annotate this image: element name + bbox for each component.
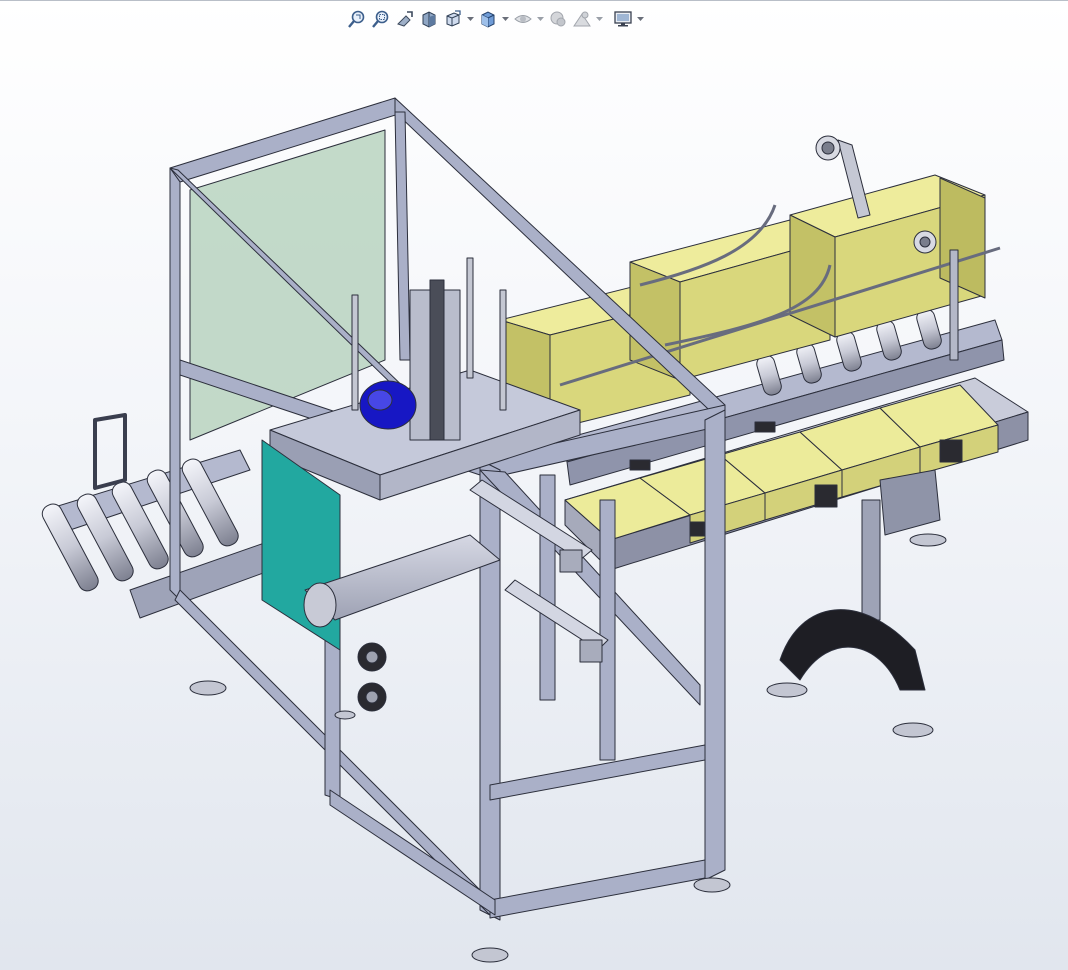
view-settings-dropdown-icon[interactable]: [636, 8, 645, 30]
hide-show-items-dropdown-icon[interactable]: [536, 8, 545, 30]
edit-appearance-icon[interactable]: [547, 8, 569, 30]
hide-show-items-icon[interactable]: [512, 8, 534, 30]
view-orientation-dropdown-icon[interactable]: [466, 8, 475, 30]
viewport-top-border: [0, 0, 1068, 1]
zoom-to-area-icon[interactable]: [370, 8, 392, 30]
apply-scene-icon[interactable]: [571, 8, 593, 30]
leveling-feet: [189, 680, 731, 963]
drive-motor: [359, 380, 417, 430]
view-settings-icon[interactable]: [612, 8, 634, 30]
display-style-icon[interactable]: [477, 8, 499, 30]
previous-view-icon[interactable]: [394, 8, 416, 30]
case-packer-assembly-model[interactable]: [0, 34, 1068, 970]
display-style-dropdown-icon[interactable]: [501, 8, 510, 30]
zoom-to-fit-icon[interactable]: [346, 8, 368, 30]
section-view-icon[interactable]: [418, 8, 440, 30]
view-orientation-icon[interactable]: [442, 8, 464, 30]
heads-up-view-toolbar: [346, 6, 645, 32]
apply-scene-dropdown-icon[interactable]: [595, 8, 604, 30]
graphics-area[interactable]: [0, 34, 1068, 970]
